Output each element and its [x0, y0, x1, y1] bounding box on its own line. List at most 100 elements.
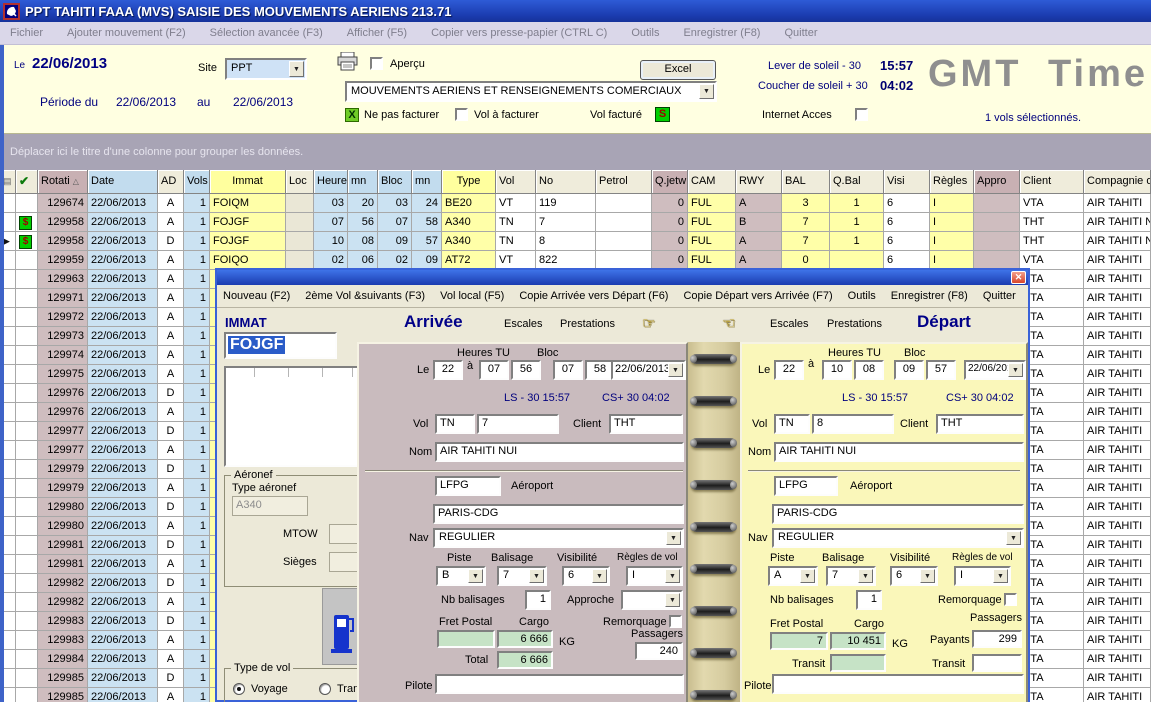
cell-chk[interactable] [16, 688, 38, 702]
cell-mn2[interactable]: 57 [412, 232, 442, 251]
chevron-down-icon[interactable]: ▼ [592, 569, 607, 583]
cell-no[interactable]: 8 [536, 232, 596, 251]
arrival-nav-select[interactable]: REGULIER▼ [433, 528, 684, 548]
ne-pas-facturer-checkbox[interactable]: X [345, 108, 359, 122]
departure-transit-pax-input[interactable] [972, 654, 1022, 672]
cell-chk[interactable] [16, 308, 38, 327]
cell-ad[interactable]: D [158, 384, 184, 403]
arrival-hour-input[interactable]: 07 [479, 360, 509, 380]
departure-balisage-select[interactable]: 7▼ [826, 566, 876, 586]
cell-ad[interactable]: D [158, 536, 184, 555]
cell-compagnie[interactable]: AIR TAHITI [1084, 688, 1151, 702]
cell-cam[interactable]: FUL [688, 213, 736, 232]
cell-vols[interactable]: 1 [184, 232, 210, 251]
cell-compagnie[interactable]: AIR TAHITI NUI [1084, 213, 1151, 232]
cell-bal[interactable]: 7 [782, 232, 830, 251]
arrival-piste-select[interactable]: B▼ [436, 566, 486, 586]
arrival-nom-input[interactable]: AIR TAHITI NUI [435, 442, 684, 462]
cell-heure[interactable]: 10 [314, 232, 348, 251]
cell-mn1[interactable]: 56 [348, 213, 378, 232]
cell-type[interactable]: A340 [442, 232, 496, 251]
cell-rotati[interactable]: 129958 [38, 232, 88, 251]
departure-hour-input[interactable]: 10 [822, 360, 852, 380]
menu-afficher[interactable]: Afficher (F5) [347, 27, 407, 39]
cell-rotati[interactable]: 129963 [38, 270, 88, 289]
cell-date[interactable]: 22/06/2013 [88, 536, 158, 555]
cell-vols[interactable]: 1 [184, 194, 210, 213]
menu-selection-avancee[interactable]: Sélection avancée (F3) [210, 27, 323, 39]
cell-client[interactable]: THT [1020, 232, 1084, 251]
cell-compagnie[interactable]: AIR TAHITI [1084, 517, 1151, 536]
cell-vols[interactable]: 1 [184, 289, 210, 308]
cell-chk[interactable] [16, 384, 38, 403]
cell-ad[interactable]: D [158, 612, 184, 631]
cell-vol[interactable]: TN [496, 232, 536, 251]
cell-vols[interactable]: 1 [184, 422, 210, 441]
column-header-petrol[interactable]: Petrol [596, 170, 652, 194]
dialog-menu-enregistrer[interactable]: Enregistrer (F8) [891, 290, 968, 302]
departure-visibilite-select[interactable]: 6▼ [890, 566, 938, 586]
cell-immat[interactable]: FOIQM [210, 194, 286, 213]
column-header-compagnie[interactable]: Compagnie ou [1084, 170, 1151, 194]
arrival-date-select[interactable]: 22/06/2013▼ [611, 360, 686, 380]
cell-compagnie[interactable]: AIR TAHITI [1084, 384, 1151, 403]
chevron-down-icon[interactable]: ▼ [699, 84, 714, 99]
arrival-vol-number-input[interactable]: 7 [477, 414, 559, 434]
cell-compagnie[interactable]: AIR TAHITI [1084, 365, 1151, 384]
cell-ad[interactable]: A [158, 289, 184, 308]
column-header-bal[interactable]: BAL [782, 170, 830, 194]
cell-rotati[interactable]: 129985 [38, 688, 88, 702]
column-header-chk[interactable]: ✔ [16, 170, 38, 194]
cell-loc[interactable] [286, 232, 314, 251]
cell-ad[interactable]: A [158, 479, 184, 498]
menu-fichier[interactable]: Fichier [10, 27, 43, 39]
cell-appro[interactable] [974, 213, 1020, 232]
departure-day-input[interactable]: 22 [774, 360, 804, 380]
arrival-day-input[interactable]: 22 [433, 360, 463, 380]
cell-vols[interactable]: 1 [184, 517, 210, 536]
site-select[interactable]: PPT▼ [225, 58, 307, 80]
cell-vols[interactable]: 1 [184, 327, 210, 346]
arrival-pilote-input[interactable] [435, 674, 684, 694]
cell-immat[interactable]: FOJGF [210, 232, 286, 251]
cell-mn2[interactable]: 58 [412, 213, 442, 232]
cell-vols[interactable]: 1 [184, 251, 210, 270]
cell-compagnie[interactable]: AIR TAHITI [1084, 612, 1151, 631]
cell-chk[interactable] [16, 555, 38, 574]
column-header-heure[interactable]: Heure [314, 170, 348, 194]
voyage-radio[interactable] [233, 683, 245, 695]
cell-chk[interactable] [16, 669, 38, 688]
cell-ad[interactable]: D [158, 422, 184, 441]
cell-ad[interactable]: D [158, 498, 184, 517]
cell-compagnie[interactable]: AIR TAHITI [1084, 308, 1151, 327]
cell-chk[interactable]: $ [16, 232, 38, 251]
cell-date[interactable]: 22/06/2013 [88, 213, 158, 232]
cell-rotati[interactable]: 129980 [38, 498, 88, 517]
column-header-no[interactable]: No [536, 170, 596, 194]
cell-date[interactable]: 22/06/2013 [88, 365, 158, 384]
departure-minute-input[interactable]: 08 [854, 360, 884, 380]
column-header-regles[interactable]: Règles [930, 170, 974, 194]
cell-compagnie[interactable]: AIR TAHITI NUI [1084, 232, 1151, 251]
cell-ad[interactable]: A [158, 365, 184, 384]
chevron-down-icon[interactable]: ▼ [800, 569, 815, 583]
cell-rotati[interactable]: 129985 [38, 669, 88, 688]
cell-rotati[interactable]: 129977 [38, 422, 88, 441]
cell-date[interactable]: 22/06/2013 [88, 251, 158, 270]
cell-chk[interactable] [16, 289, 38, 308]
internet-acces-checkbox[interactable] [855, 108, 868, 121]
cell-vols[interactable]: 1 [184, 498, 210, 517]
departure-nav-select[interactable]: REGULIER▼ [772, 528, 1024, 548]
cell-date[interactable]: 22/06/2013 [88, 194, 158, 213]
column-header-loc[interactable]: Loc [286, 170, 314, 194]
chevron-down-icon[interactable]: ▼ [529, 569, 544, 583]
cell-vols[interactable]: 1 [184, 631, 210, 650]
column-header-date[interactable]: Date [88, 170, 158, 194]
chevron-down-icon[interactable]: ▼ [666, 531, 681, 545]
cell-date[interactable]: 22/06/2013 [88, 289, 158, 308]
cell-compagnie[interactable]: AIR TAHITI [1084, 669, 1151, 688]
chevron-down-icon[interactable]: ▼ [668, 363, 683, 377]
cell-mn1[interactable]: 08 [348, 232, 378, 251]
cell-vols[interactable]: 1 [184, 536, 210, 555]
column-header-ad[interactable]: AD [158, 170, 184, 194]
